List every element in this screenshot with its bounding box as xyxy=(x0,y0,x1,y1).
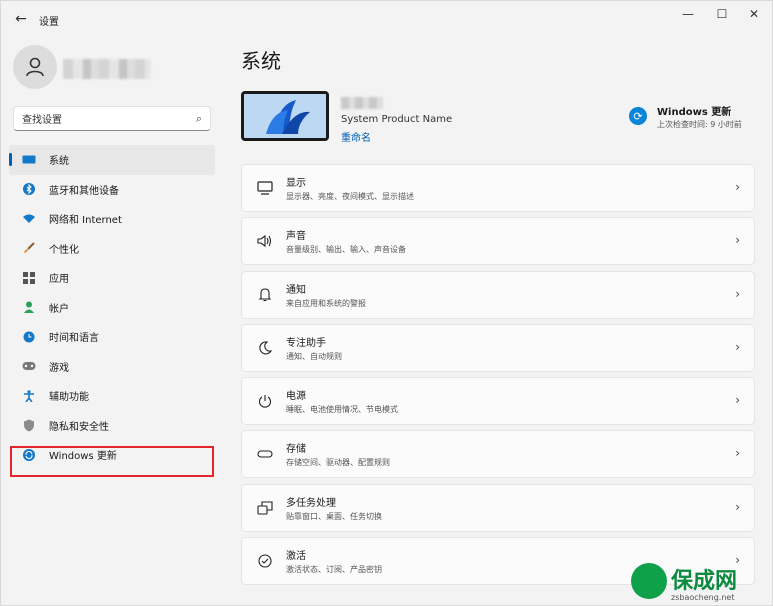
card-subtitle: 激活状态、订阅、产品密钥 xyxy=(286,565,382,575)
watermark-text: 保成网 xyxy=(671,569,738,594)
watermark: 保成网 zsbaocheng.net xyxy=(631,561,771,605)
sidebar-item-label: 帐户 xyxy=(49,303,69,315)
sidebar-item-time-language[interactable]: 时间和语言 xyxy=(9,322,215,352)
settings-window: ← 设置 — ☐ ✕ 查找设置 ⌕ 系统 蓝牙和其他设备 网络和 Interne… xyxy=(0,0,773,606)
card-title: 存储 xyxy=(286,444,306,456)
sidebar-item-gaming[interactable]: 游戏 xyxy=(9,352,215,382)
maximize-button[interactable]: ☐ xyxy=(705,4,739,24)
speaker-icon xyxy=(256,232,274,250)
accessibility-icon xyxy=(21,389,37,403)
sidebar-item-privacy-security[interactable]: 隐私和安全性 xyxy=(9,411,215,441)
watermark-logo xyxy=(631,563,667,599)
card-title: 多任务处理 xyxy=(286,497,336,509)
minimize-button[interactable]: — xyxy=(671,4,705,24)
card-sound[interactable]: 声音 音量级别、输出、输入、声音设备 › xyxy=(241,217,755,266)
chevron-right-icon: › xyxy=(735,286,740,301)
sidebar-item-label: 辅助功能 xyxy=(49,392,89,404)
card-subtitle: 通知、自动规则 xyxy=(286,351,342,361)
close-button[interactable]: ✕ xyxy=(737,4,771,24)
username-blurred xyxy=(63,59,151,79)
windows-update-title[interactable]: Windows 更新 xyxy=(657,103,731,118)
sidebar-item-label: 应用 xyxy=(49,274,69,286)
multitask-icon xyxy=(256,499,274,517)
card-subtitle: 睡眠、电池使用情况、节电模式 xyxy=(286,405,398,415)
person-icon xyxy=(21,300,37,314)
sidebar-item-label: 个性化 xyxy=(49,244,79,256)
person-icon xyxy=(26,57,44,77)
card-title: 通知 xyxy=(286,284,306,296)
storage-icon xyxy=(256,445,274,463)
sidebar-item-label: 时间和语言 xyxy=(49,333,99,345)
sidebar-item-accessibility[interactable]: 辅助功能 xyxy=(9,381,215,411)
card-subtitle: 音量级别、输出、输入、声音设备 xyxy=(286,245,406,255)
bluetooth-icon xyxy=(21,182,37,196)
card-title: 激活 xyxy=(286,551,306,563)
card-subtitle: 贴靠窗口、桌面、任务切换 xyxy=(286,511,382,521)
card-title: 显示 xyxy=(286,178,306,189)
card-subtitle: 存储空间、驱动器、配置规则 xyxy=(286,458,390,468)
device-model: System Product Name xyxy=(341,114,453,125)
shield-icon xyxy=(21,418,37,432)
card-notifications[interactable]: 通知 来自应用和系统的警报 › xyxy=(241,270,755,319)
chevron-right-icon: › xyxy=(735,339,740,354)
card-display[interactable]: 显示 显示器、亮度、夜间模式、显示描述 › xyxy=(241,164,755,212)
card-focus-assist[interactable]: 专注助手 通知、自动规则 › xyxy=(241,323,755,372)
avatar[interactable] xyxy=(13,45,57,89)
search-input[interactable]: 查找设置 xyxy=(22,111,196,126)
chevron-right-icon: › xyxy=(735,180,740,194)
sidebar-item-personalization[interactable]: 个性化 xyxy=(9,234,215,264)
sidebar-item-label: 网络和 Internet xyxy=(49,215,122,227)
back-button[interactable]: ← xyxy=(11,9,31,29)
watermark-url: zsbaocheng.net xyxy=(671,593,735,602)
device-name-blurred xyxy=(341,97,383,109)
sidebar-item-apps[interactable]: 应用 xyxy=(9,263,215,293)
display-icon xyxy=(256,179,274,197)
device-thumbnail xyxy=(241,91,329,141)
sidebar-item-label: 系统 xyxy=(49,156,69,168)
settings-cards: 显示 显示器、亮度、夜间模式、显示描述 › 声音 音量级别、输出、输入、声音设备… xyxy=(241,164,755,590)
card-subtitle: 来自应用和系统的警报 xyxy=(286,298,366,308)
title-bar: ← 设置 — ☐ ✕ xyxy=(1,1,772,37)
sidebar: 查找设置 ⌕ 系统 蓝牙和其他设备 网络和 Internet 个性化 应用 帐户… xyxy=(1,37,223,606)
power-icon xyxy=(256,392,274,410)
window-title: 设置 xyxy=(39,17,59,28)
sidebar-nav: 系统 蓝牙和其他设备 网络和 Internet 个性化 应用 帐户 时间和语言 … xyxy=(9,145,215,470)
chevron-right-icon: › xyxy=(735,393,740,408)
monitor-icon xyxy=(21,153,37,167)
apps-icon xyxy=(21,271,37,285)
wifi-icon xyxy=(21,212,37,226)
rename-link[interactable]: 重命名 xyxy=(341,129,371,144)
search-box[interactable]: 查找设置 ⌕ xyxy=(13,106,211,131)
main-content: 系统 System Product Name 重命名 ⟳ Windows 更新 … xyxy=(223,37,773,606)
card-title: 声音 xyxy=(286,231,306,243)
card-storage[interactable]: 存储 存储空间、驱动器、配置规则 › xyxy=(241,430,755,479)
update-icon[interactable]: ⟳ xyxy=(629,107,647,125)
highlight-box xyxy=(10,446,214,477)
page-title: 系统 xyxy=(241,49,281,73)
gamepad-icon xyxy=(21,359,37,373)
chevron-right-icon: › xyxy=(735,446,740,461)
sidebar-item-system[interactable]: 系统 xyxy=(9,145,215,175)
moon-icon xyxy=(256,339,274,357)
check-circle-icon xyxy=(256,552,274,570)
globe-clock-icon xyxy=(21,330,37,344)
sidebar-item-label: 蓝牙和其他设备 xyxy=(49,185,119,197)
windows-bloom-image xyxy=(244,94,326,138)
bell-icon xyxy=(256,286,274,304)
card-title: 电源 xyxy=(286,391,306,403)
card-power[interactable]: 电源 睡眠、电池使用情况、节电模式 › xyxy=(241,377,755,426)
sidebar-item-accounts[interactable]: 帐户 xyxy=(9,293,215,323)
card-multitasking[interactable]: 多任务处理 贴靠窗口、桌面、任务切换 › xyxy=(241,483,755,532)
search-icon[interactable]: ⌕ xyxy=(196,112,202,126)
brush-icon xyxy=(21,241,37,255)
chevron-right-icon: › xyxy=(735,499,740,514)
sidebar-item-bluetooth[interactable]: 蓝牙和其他设备 xyxy=(9,175,215,205)
chevron-right-icon: › xyxy=(735,233,740,248)
card-title: 专注助手 xyxy=(286,337,326,349)
windows-update-last-check: 上次检查时间: 9 小时前 xyxy=(657,120,742,129)
sidebar-item-label: 游戏 xyxy=(49,362,69,374)
card-subtitle: 显示器、亮度、夜间模式、显示描述 xyxy=(286,192,414,201)
sidebar-item-network[interactable]: 网络和 Internet xyxy=(9,204,215,234)
sidebar-item-label: 隐私和安全性 xyxy=(49,421,109,433)
